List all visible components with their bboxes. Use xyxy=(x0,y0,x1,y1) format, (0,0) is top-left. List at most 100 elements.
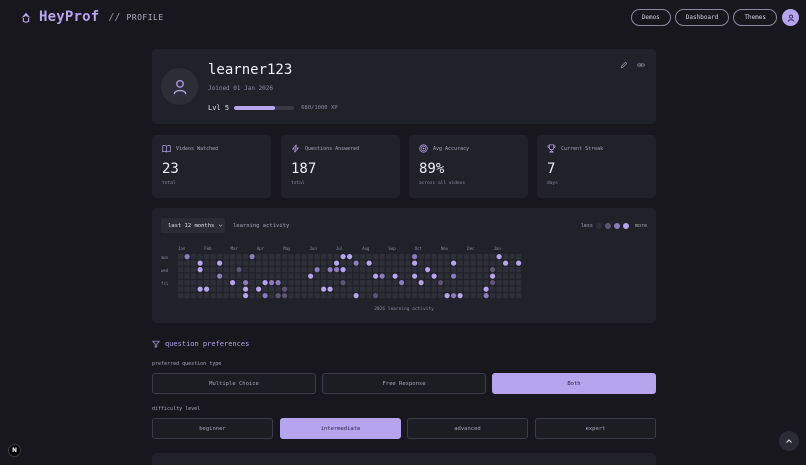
heatmap-cell xyxy=(392,267,398,273)
heatmap-cell xyxy=(269,254,275,260)
heatmap-cell xyxy=(178,273,184,279)
heatmap-cell xyxy=(399,273,405,279)
option-intermediate[interactable]: intermediate xyxy=(280,418,401,439)
stat-head: Videos Watched xyxy=(162,144,218,153)
heatmap-cell xyxy=(243,254,249,260)
heatmap-cell xyxy=(308,267,314,273)
heatmap-cell xyxy=(184,254,190,260)
themes-button[interactable]: Themes xyxy=(733,9,777,26)
heatmap-cell xyxy=(288,254,294,260)
brand-name: HeyProf xyxy=(39,9,100,25)
edit-icon[interactable] xyxy=(620,61,628,69)
heatmap-cell xyxy=(353,280,359,286)
demos-button[interactable]: Demos xyxy=(630,9,671,26)
heatmap-cell xyxy=(464,273,470,279)
heatmap-cell xyxy=(347,260,353,266)
heatmap-cell xyxy=(314,286,320,292)
heatmap-cell xyxy=(230,280,236,286)
heatmap-cell xyxy=(178,260,184,266)
heatmap-cell xyxy=(470,273,476,279)
heatmap-cell xyxy=(477,280,483,286)
heatmap-cell xyxy=(178,280,184,286)
activity-title: learning activity xyxy=(233,223,290,229)
option-free-response[interactable]: Free Response xyxy=(322,373,486,394)
heatmap-cell xyxy=(347,280,353,286)
heatmap-cell xyxy=(405,280,411,286)
heatmap-cell xyxy=(256,260,262,266)
heatmap-cell xyxy=(347,273,353,279)
heatmap-cell xyxy=(282,260,288,266)
option-advanced[interactable]: advanced xyxy=(407,418,528,439)
heatmap-cell xyxy=(217,267,223,273)
nextjs-badge[interactable]: N xyxy=(8,444,21,457)
heatmap-month-label: Dec xyxy=(467,246,475,251)
heatmap-cell xyxy=(308,273,314,279)
heatmap-cell xyxy=(210,293,216,299)
heatmap-cell xyxy=(438,280,444,286)
heatmap-month-label: Feb xyxy=(204,246,212,251)
heatmap-cell xyxy=(308,286,314,292)
legend-dot xyxy=(613,223,620,229)
heatmap-cell xyxy=(425,260,431,266)
range-select[interactable]: last 12 months xyxy=(161,218,225,233)
heatmap-cell xyxy=(477,254,483,260)
heatmap-cell xyxy=(379,254,385,260)
option-beginner[interactable]: beginner xyxy=(152,418,273,439)
option-both[interactable]: Both xyxy=(492,373,656,394)
heatmap-cell xyxy=(412,273,418,279)
heatmap-cell xyxy=(451,260,457,266)
heatmap-cell xyxy=(509,286,515,292)
brand-separator: // xyxy=(108,11,121,23)
heatmap-cell xyxy=(236,267,242,273)
heatmap-cell xyxy=(288,267,294,273)
heatmap-cell xyxy=(301,260,307,266)
heatmap-cell xyxy=(295,267,301,273)
heatmap-cell xyxy=(412,254,418,260)
heatmap-cell xyxy=(386,286,392,292)
brand[interactable]: HeyProf // PROFILE xyxy=(19,9,164,25)
heatmap-cell xyxy=(249,273,255,279)
heatmap-cell xyxy=(210,267,216,273)
heatmap-cell xyxy=(295,273,301,279)
heatmap-cell xyxy=(262,254,268,260)
heatmap-cell xyxy=(275,254,281,260)
scroll-to-top-button[interactable] xyxy=(779,431,799,451)
heatmap-cell xyxy=(197,267,203,273)
dashboard-button[interactable]: Dashboard xyxy=(674,9,730,26)
heatmap-cell xyxy=(184,280,190,286)
heatmap-cell xyxy=(334,267,340,273)
link-icon[interactable] xyxy=(637,61,645,69)
option-expert[interactable]: expert xyxy=(535,418,656,439)
heatmap-cell xyxy=(379,273,385,279)
brand-section: PROFILE xyxy=(126,12,164,22)
heatmap-cell xyxy=(321,254,327,260)
heatmap-cell xyxy=(464,267,470,273)
heatmap-cell xyxy=(464,286,470,292)
heatmap-cell xyxy=(516,293,522,299)
heatmap-cell xyxy=(483,280,489,286)
heatmap-cell xyxy=(288,286,294,292)
heatmap-cell xyxy=(457,254,463,260)
heatmap-cell xyxy=(204,273,210,279)
heatmap-cell xyxy=(184,286,190,292)
stat-subtext: total xyxy=(291,181,305,186)
heatmap-cell xyxy=(223,280,229,286)
heatmap-cell xyxy=(379,267,385,273)
heatmap-cell xyxy=(470,260,476,266)
heatmap-cell xyxy=(360,293,366,299)
preferences-title: question preferences xyxy=(152,340,249,348)
heatmap-cell xyxy=(340,254,346,260)
heatmap-cell xyxy=(301,280,307,286)
heatmap-cell xyxy=(366,267,372,273)
option-multiple-choice[interactable]: Multiple Choice xyxy=(152,373,316,394)
heatmap-cell xyxy=(353,254,359,260)
heatmap-cell xyxy=(451,273,457,279)
user-menu-button[interactable] xyxy=(782,9,799,26)
heatmap-cell xyxy=(444,254,450,260)
heatmap-month-label: Jan xyxy=(494,246,502,251)
heatmap-cell xyxy=(431,260,437,266)
heatmap-cell xyxy=(243,273,249,279)
heatmap-cell xyxy=(327,254,333,260)
heatmap-cell xyxy=(204,267,210,273)
heatmap-cell xyxy=(490,254,496,260)
